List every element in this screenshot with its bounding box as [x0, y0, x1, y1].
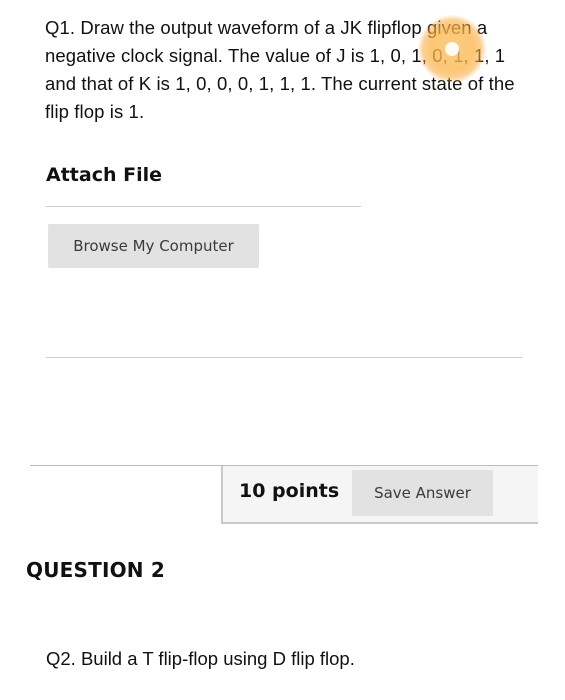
- question-1-text: Q1. Draw the output waveform of a JK fli…: [45, 17, 515, 122]
- attach-divider: [46, 206, 361, 207]
- save-answer-button[interactable]: Save Answer: [352, 470, 493, 516]
- browse-my-computer-button[interactable]: Browse My Computer: [48, 224, 259, 268]
- question-2-heading: QUESTION 2: [26, 558, 166, 582]
- section-divider: [46, 357, 523, 358]
- question-2-text: Q2. Build a T flip-flop using D flip flo…: [46, 648, 355, 669]
- points-label: 10 points: [239, 480, 340, 502]
- attach-file-heading: Attach File: [46, 164, 162, 186]
